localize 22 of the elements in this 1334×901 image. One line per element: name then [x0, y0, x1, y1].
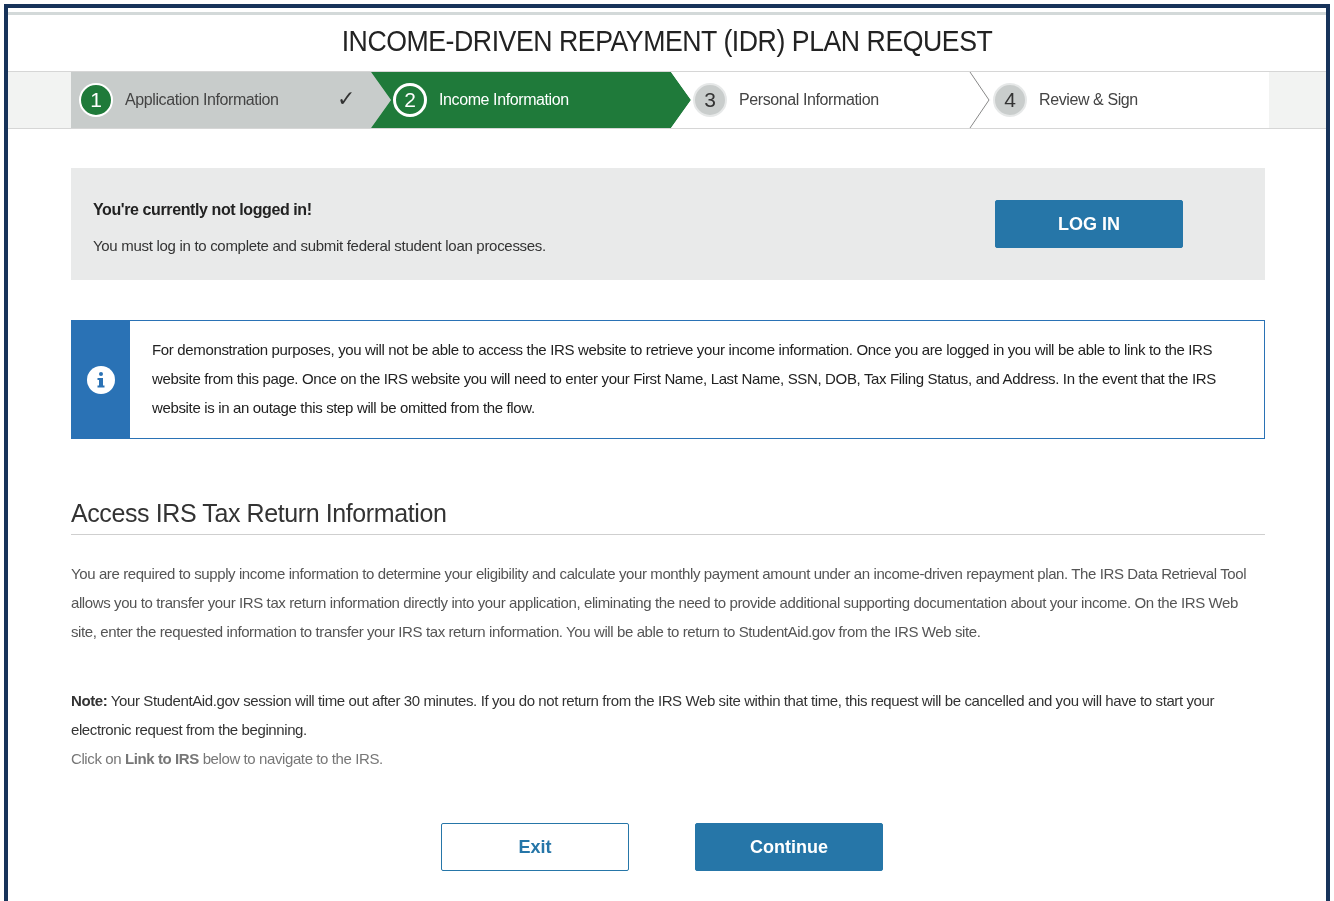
step-number: 4 — [993, 83, 1027, 117]
section-heading: Access IRS Tax Return Information — [71, 499, 1265, 535]
hint-text: Click on Link to IRS below to navigate to the IRS. — [71, 749, 384, 769]
check-mark: ✓ — [337, 86, 355, 112]
chevron-icon — [969, 72, 991, 128]
description-paragraph: You are required to supply income information to determine your eligibility and calculate your monthly payment amount under an income-driven repayment plan. The IRS Data Retrieval Tool allows you to transfer your IRS tax return information directly into your application, eliminating the need to provide additional supporting documentation about your income. On the IRS Web site, enter the requested information to transfer your IRS tax return information. You will be able to return to StudentAid.gov from the IRS Web site. — [71, 564, 1248, 642]
step-label: Application Information — [125, 91, 279, 109]
login-message: You must log in to complete and submit federal student loan processes. — [93, 236, 546, 254]
step-label: Personal Information — [739, 91, 879, 109]
page-title: INCOME-DRIVEN REPAYMENT (IDR) PLAN REQUEST — [340, 25, 994, 59]
note-paragraph: Note: Your StudentAid.gov session will time out after 30 minutes. If you do not return from the IRS Web site within that time, this request will be cancelled and you will have to start your electronic request from the beginning. — [71, 691, 1216, 740]
step-number: 1 — [79, 83, 113, 117]
login-title: You're currently not logged in! — [93, 200, 313, 219]
step-number: 3 — [693, 83, 727, 117]
step-label: Income Information — [439, 91, 569, 109]
exit-button[interactable]: Exit — [441, 823, 629, 871]
info-icon — [86, 364, 116, 395]
continue-button[interactable]: Continue — [695, 823, 883, 871]
info-text: For demonstration purposes, you will not be able to access the IRS website to retrieve your income information. Once you are logged in you will be able to link to the IRS website from this page. Once on the IRS website you will need to enter your First Name, Last Name, SSN, DOB, Tax Filing Status, and Address. In the event that the IRS website is in an outage this step will be omitted from the flow. — [151, 340, 1217, 418]
step-label: Review & Sign — [1039, 91, 1138, 109]
login-button[interactable]: LOG IN — [995, 200, 1183, 248]
step-number: 2 — [393, 83, 427, 117]
